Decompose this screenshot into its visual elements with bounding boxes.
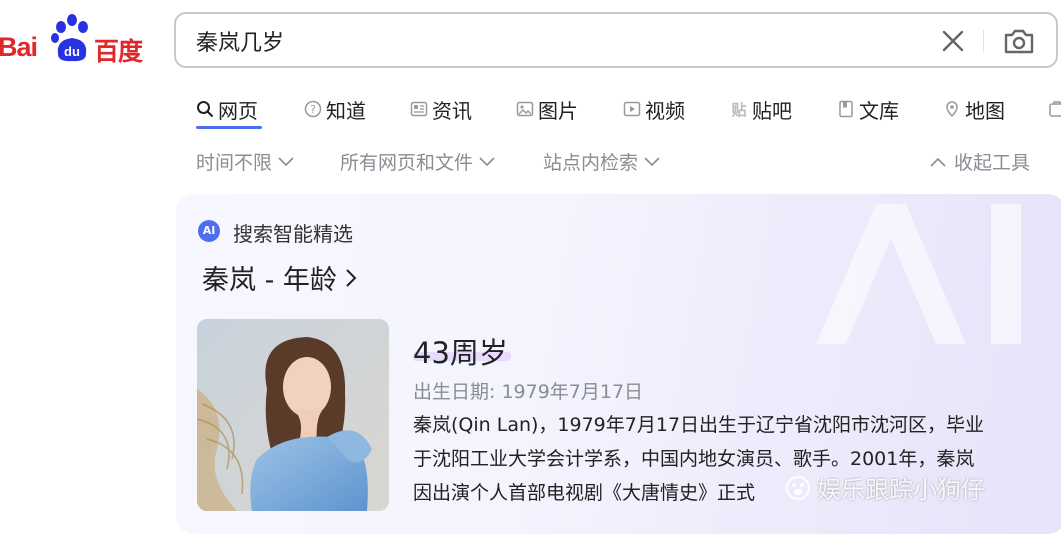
ai-badge-icon: AI — [198, 220, 220, 242]
tab-zhidao[interactable]: ? 知道 — [304, 90, 366, 128]
tab-more[interactable] — [1048, 90, 1061, 128]
map-icon — [946, 101, 958, 118]
search-separator — [983, 30, 984, 52]
tab-label: 视频 — [645, 98, 685, 123]
logo-text-cn: 百度 — [94, 37, 143, 66]
tab-news[interactable]: 资讯 — [410, 90, 472, 128]
chevron-right-icon — [346, 268, 357, 287]
tab-web[interactable]: 网页 — [196, 90, 258, 128]
watermark: 娱乐跟踪小狗仔 — [785, 470, 985, 505]
answer-title: 秦岚 - 年龄 — [202, 265, 337, 296]
tab-wenku[interactable]: 文库 — [837, 90, 899, 128]
search-input[interactable] — [194, 24, 898, 58]
chevron-down-icon — [644, 156, 660, 166]
paw-text: du — [64, 44, 80, 59]
chevron-down-icon — [278, 156, 294, 166]
collapse-tools-label: 收起工具 — [954, 152, 1031, 174]
camera-icon[interactable] — [1002, 26, 1036, 56]
close-icon[interactable] — [940, 28, 966, 54]
chevron-down-icon — [479, 156, 495, 166]
tab-map[interactable]: 地图 — [943, 90, 1005, 128]
tab-videos[interactable]: 视频 — [623, 90, 685, 128]
collapse-tools-button[interactable]: 收起工具 — [930, 148, 1030, 175]
question-icon: ? — [304, 100, 322, 118]
scope-filter[interactable]: 所有网页和文件 — [340, 148, 495, 175]
paw-watermark-icon — [786, 475, 810, 500]
site-filter[interactable]: 站点内检索 — [543, 148, 660, 175]
svg-text:贴: 贴 — [731, 101, 746, 118]
age-answer: 43周岁 — [413, 336, 508, 370]
chevron-up-icon — [930, 157, 946, 167]
baidu-logo[interactable]: Bai du 百度 — [0, 10, 160, 70]
portrait-image[interactable] — [197, 319, 389, 511]
site-filter-label: 站点内检索 — [543, 152, 639, 174]
active-tab-indicator — [196, 126, 262, 129]
scope-filter-label: 所有网页和文件 — [340, 152, 474, 174]
svg-text:?: ? — [310, 103, 316, 116]
watermark-text: 娱乐跟踪小狗仔 — [817, 476, 985, 504]
birth-date: 出生日期: 1979年7月17日 — [413, 381, 644, 403]
tab-label: 地图 — [965, 98, 1005, 123]
tab-label: 知道 — [326, 98, 366, 123]
tab-tieba[interactable]: 贴 贴吧 — [730, 90, 792, 128]
tab-label: 网页 — [218, 98, 258, 123]
news-icon — [410, 101, 428, 117]
logo-text-latin: Bai — [0, 32, 38, 62]
image-icon — [516, 101, 534, 117]
time-filter[interactable]: 时间不限 — [196, 148, 294, 175]
video-icon — [623, 101, 641, 117]
paw-logo-icon: du — [51, 14, 88, 62]
tab-label: 文库 — [859, 98, 899, 123]
ai-card-label: 搜索智能精选 — [233, 222, 353, 246]
time-filter-label: 时间不限 — [196, 152, 273, 174]
tab-label: 资讯 — [432, 98, 472, 123]
bio-line: 秦岚(Qin Lan)，1979年7月17日出生于辽宁省沈阳市沈河区，毕业 — [413, 414, 985, 436]
answer-title-link[interactable]: 秦岚 - 年龄 — [202, 258, 357, 297]
document-icon — [839, 100, 853, 118]
search-icon — [197, 101, 213, 117]
ai-watermark-graphic — [816, 204, 1021, 344]
search-box — [174, 12, 1058, 68]
tab-label: 图片 — [538, 98, 578, 123]
tab-label: 贴吧 — [752, 98, 792, 123]
more-tab-icon — [1049, 101, 1061, 117]
tieba-icon: 贴 — [731, 101, 746, 118]
tab-images[interactable]: 图片 — [516, 90, 578, 128]
